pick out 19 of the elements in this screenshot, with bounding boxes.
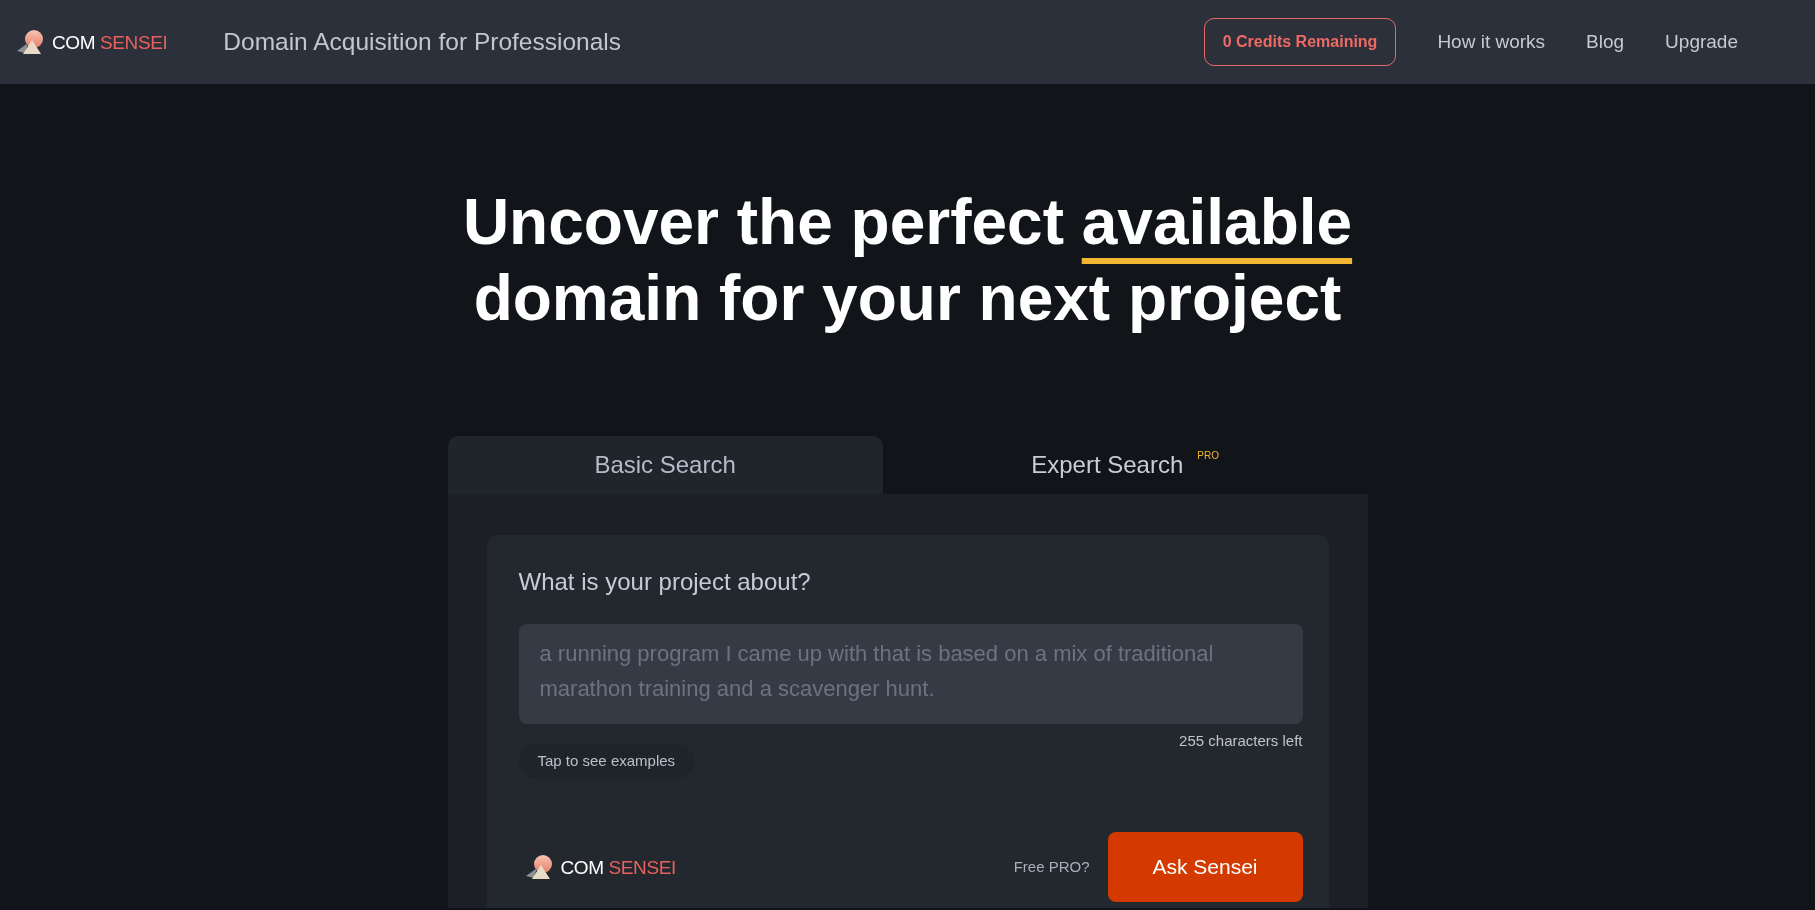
ask-sensei-button[interactable]: Ask Sensei xyxy=(1107,832,1303,902)
nav-link[interactable]: How it works xyxy=(1437,27,1546,57)
free-pro-link[interactable]: Free PRO? xyxy=(1013,855,1090,879)
logo-text: COM SENSEI xyxy=(560,857,676,877)
credits-button[interactable]: 0 Credits Remaining xyxy=(1203,18,1397,66)
sun-mountain-icon xyxy=(17,30,44,54)
search-tab[interactable]: Expert Search $^{PRO}$ xyxy=(882,436,1368,494)
tagline-text: Domain Acquisition for Professionals xyxy=(223,26,621,57)
examples-button[interactable]: Tap to see examples xyxy=(518,744,695,779)
project-description-field[interactable]: a running program I came up with that is based on a mix of traditional marathon training and a scavenger hunt. xyxy=(518,624,1303,724)
nav-link[interactable]: Upgrade xyxy=(1665,27,1738,57)
question-label: What is your project about? xyxy=(518,567,812,596)
sun-mountain-icon xyxy=(525,855,553,879)
nav-link[interactable]: Blog xyxy=(1586,27,1625,57)
characters-left-text: 255 characters left xyxy=(1179,732,1303,750)
pro-tag: PRO xyxy=(1197,450,1219,461)
search-tab[interactable]: Basic Search xyxy=(447,436,883,494)
hero-headline: Uncover the perfect available domain for your next project xyxy=(461,185,1354,336)
logo-text: COM SENSEI xyxy=(52,32,168,52)
